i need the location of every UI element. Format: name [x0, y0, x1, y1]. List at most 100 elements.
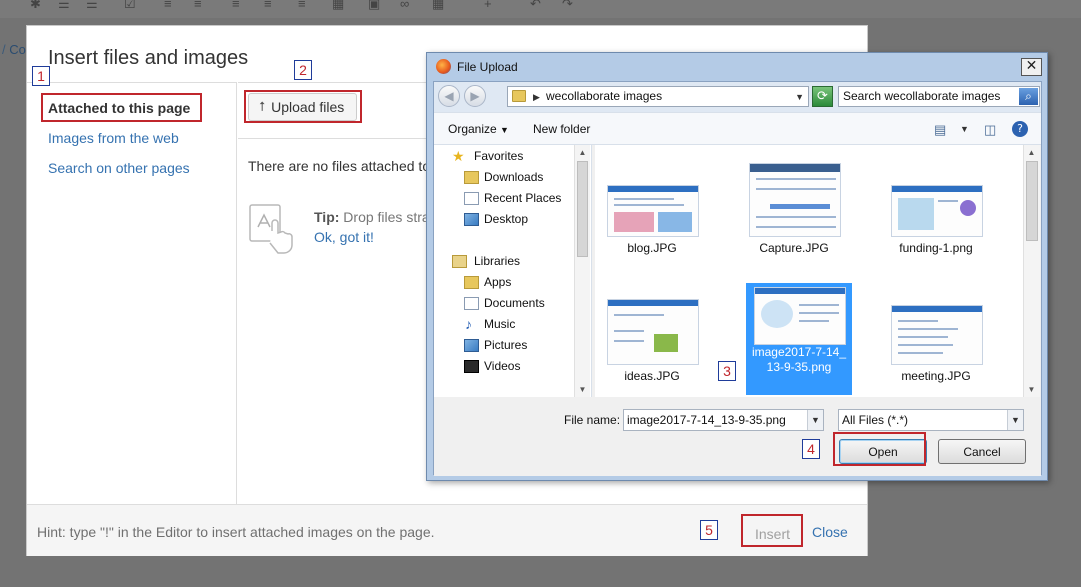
- file-upload-titlebar[interactable]: File Upload ✕: [427, 53, 1047, 81]
- chevron-down-icon[interactable]: ▼: [1007, 410, 1023, 430]
- files-pane: blog.JPG Capture.JPG funding-1.png ideas…: [595, 145, 1040, 397]
- scrollbar-thumb[interactable]: [577, 161, 588, 257]
- search-icon[interactable]: ⌕: [1019, 88, 1038, 105]
- scroll-down-icon[interactable]: ▼: [575, 382, 590, 397]
- file-upload-window: File Upload ✕ ◀ ▶ ▶ wecollaborate images…: [426, 52, 1048, 481]
- view-mode-icon[interactable]: ▤: [934, 122, 946, 138]
- step-marker-3: 3: [718, 361, 736, 381]
- align-center-icon[interactable]: ≡: [194, 0, 202, 10]
- file-name-line-1: image2017-7-14_: [751, 345, 847, 359]
- chevron-down-icon: ▼: [500, 125, 509, 135]
- indent-icon[interactable]: ≡: [264, 0, 272, 10]
- forward-arrow-icon[interactable]: ▶: [464, 85, 486, 107]
- sidebar-item-attached[interactable]: Attached to this page: [48, 100, 190, 116]
- nav-item-label: Music: [484, 317, 516, 331]
- file-type-select[interactable]: All Files (*.*) ▼: [838, 409, 1024, 431]
- file-thumbnail: [607, 299, 699, 365]
- dialog-footer: Hint: type "!" in the Editor to insert a…: [27, 504, 867, 556]
- address-row: ◀ ▶ ▶ wecollaborate images ▼ ⟳ Search we…: [434, 82, 1041, 112]
- undo-icon[interactable]: ↶: [530, 0, 541, 10]
- tip-text: Tip: Drop files stra: [314, 209, 430, 225]
- scrollbar-thumb[interactable]: [1026, 161, 1038, 241]
- preview-pane-icon[interactable]: ◫: [984, 122, 996, 138]
- sidebar-item-search-pages[interactable]: Search on other pages: [48, 160, 190, 176]
- breadcrumb: / Co: [2, 42, 26, 57]
- nav-scrollbar[interactable]: ▲ ▼: [574, 145, 590, 397]
- address-bar[interactable]: ▶ wecollaborate images ▼: [507, 86, 809, 107]
- cancel-button[interactable]: Cancel: [938, 439, 1026, 464]
- file-item[interactable]: funding-1.png: [883, 149, 989, 281]
- table-icon[interactable]: ▦: [432, 0, 444, 10]
- file-thumbnail: [754, 287, 846, 345]
- breadcrumb-chevron-icon[interactable]: ▶: [533, 88, 540, 106]
- breadcrumb-link[interactable]: Co: [9, 42, 26, 57]
- star-icon: ★: [452, 148, 465, 164]
- nav-item-label: Apps: [484, 275, 512, 289]
- recent-places-icon: [464, 192, 479, 205]
- refresh-icon[interactable]: ⟳: [812, 86, 833, 107]
- scroll-down-icon[interactable]: ▼: [1024, 382, 1039, 397]
- file-name: ideas.JPG: [624, 369, 680, 383]
- file-name: Capture.JPG: [759, 241, 829, 255]
- help-icon[interactable]: ?: [1012, 121, 1028, 137]
- close-link[interactable]: Close: [812, 524, 848, 540]
- back-arrow-icon[interactable]: ◀: [438, 85, 460, 107]
- file-name: meeting.JPG: [901, 369, 971, 383]
- redo-icon[interactable]: ↷: [562, 0, 573, 10]
- command-bar: Organize ▼ New folder ▤ ▼ ◫ ?: [434, 112, 1041, 145]
- dialog-title: Insert files and images: [48, 47, 249, 69]
- file-item[interactable]: ideas.JPG: [599, 267, 705, 399]
- insert-button[interactable]: Insert: [745, 521, 800, 547]
- chevron-down-icon[interactable]: ▼: [807, 410, 823, 430]
- file-name: image2017-7-14_ 13-9-35.png: [746, 345, 852, 375]
- toolbar-more-icon[interactable]: ✱: [30, 0, 41, 10]
- footer-hint: Hint: type "!" in the Editor to insert a…: [37, 524, 435, 540]
- task-icon[interactable]: ☑: [124, 0, 136, 10]
- videos-icon: [464, 360, 479, 373]
- file-name-label: File name:: [564, 413, 621, 427]
- file-item[interactable]: blog.JPG: [599, 149, 705, 281]
- tip-label: Tip:: [314, 209, 340, 225]
- files-scrollbar[interactable]: ▲ ▼: [1023, 145, 1040, 397]
- nav-item-label: Pictures: [484, 338, 528, 352]
- scroll-up-icon[interactable]: ▲: [1024, 145, 1039, 160]
- layout-icon[interactable]: ▦: [332, 0, 344, 10]
- sidebar-item-web-images[interactable]: Images from the web: [48, 130, 179, 146]
- file-name-line-2: 13-9-35.png: [766, 360, 832, 374]
- file-item-selected[interactable]: image2017-7-14_ 13-9-35.png: [746, 283, 852, 395]
- scroll-up-icon[interactable]: ▲: [575, 145, 590, 160]
- upload-files-button[interactable]: ⭡ Upload files: [248, 93, 358, 121]
- file-thumbnail: [891, 185, 983, 237]
- align-right-icon[interactable]: ≡: [232, 0, 240, 10]
- organize-label: Organize: [448, 122, 497, 136]
- file-name-input[interactable]: image2017-7-14_13-9-35.png ▼: [623, 409, 824, 431]
- image-icon[interactable]: ▣: [368, 0, 380, 10]
- bullet-list-icon[interactable]: ☰: [58, 0, 70, 10]
- nav-item-label: Documents: [484, 296, 545, 310]
- file-name-area: File name: image2017-7-14_13-9-35.png ▼ …: [434, 397, 1041, 476]
- numbered-list-icon[interactable]: ☰: [86, 0, 98, 10]
- ok-got-it-link[interactable]: Ok, got it!: [314, 229, 374, 245]
- nav-item-label: Desktop: [484, 212, 529, 226]
- search-placeholder: Search wecollaborate images: [843, 89, 1001, 103]
- new-folder-button[interactable]: New folder: [533, 122, 590, 136]
- file-item[interactable]: Capture.JPG: [741, 149, 847, 281]
- file-thumbnail: [891, 305, 983, 365]
- link-icon[interactable]: ∞: [400, 0, 409, 10]
- align-left-icon[interactable]: ≡: [164, 0, 172, 10]
- search-input[interactable]: Search wecollaborate images ⌕: [838, 86, 1040, 107]
- nav-item-label: Libraries: [474, 254, 521, 268]
- file-thumbnail: [749, 163, 841, 237]
- open-button[interactable]: Open: [839, 439, 927, 464]
- address-dropdown-icon[interactable]: ▼: [795, 89, 804, 105]
- upload-arrow-icon: ⭡: [259, 99, 266, 114]
- view-dropdown-icon[interactable]: ▼: [960, 124, 969, 134]
- file-item[interactable]: meeting.JPG: [883, 267, 989, 399]
- tip-body: Drop files stra: [343, 209, 430, 225]
- window-close-button[interactable]: ✕: [1021, 58, 1042, 76]
- organize-menu[interactable]: Organize ▼: [448, 122, 509, 136]
- editor-toolbar: ✱ ☰ ☰ ☑ ≡ ≡ ≡ ≡ ≡ ▦ ▣ ∞ ▦ + ↶ ↷: [0, 0, 1081, 18]
- insert-more-icon[interactable]: +: [484, 0, 492, 10]
- outdent-icon[interactable]: ≡: [298, 0, 306, 10]
- file-upload-body: ◀ ▶ ▶ wecollaborate images ▼ ⟳ Search we…: [433, 81, 1042, 476]
